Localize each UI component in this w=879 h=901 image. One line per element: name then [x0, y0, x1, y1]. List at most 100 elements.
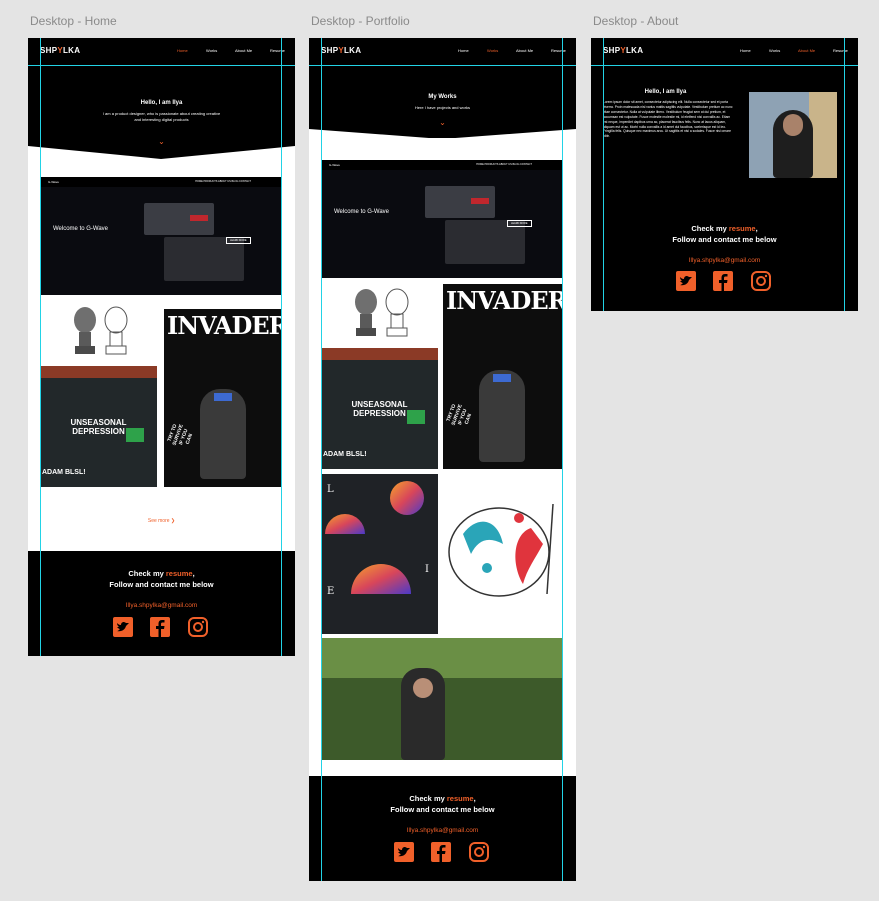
lie-letter-i: I	[425, 564, 429, 575]
portfolio-crowd-top	[321, 348, 438, 360]
portfolio-depression-title-2: DEPRESSION	[353, 409, 406, 418]
portfolio-depression-poster[interactable]: UNSEASONAL DEPRESSION ADAM BLSL!	[321, 348, 438, 469]
gwave-screenshot[interactable]: G-Wave HOME PRODUCTS ABOUT US BLOG CONTA…	[40, 177, 281, 295]
portfolio-invader-title: INVADER	[446, 286, 562, 315]
portfolio-adam-text: ADAM BLSL!	[323, 451, 367, 458]
lie-letter-e: E	[327, 586, 335, 597]
portfolio-gwave-learn-more-button[interactable]: LEARN MORE	[507, 220, 532, 227]
twitter-icon[interactable]	[113, 617, 133, 637]
depression-poster[interactable]: UNSEASONAL DEPRESSION ADAM BLSL!	[40, 366, 157, 487]
portfolio-gwave-screenshot[interactable]: G-Wave HOME PRODUCTS ABOUT US BLOG CONTA…	[321, 160, 562, 278]
about-footer-email[interactable]: Illya.shpylka@gmail.com	[591, 257, 858, 264]
frame-label-home[interactable]: Desktop - Home	[30, 14, 117, 28]
portfolio-footer-check: Check my resume,	[409, 794, 476, 803]
portfolio-gwave-logo: G-Wave	[329, 163, 340, 167]
portfolio-footer-email[interactable]: Illya.shpylka@gmail.com	[309, 827, 576, 834]
about-photo-building	[809, 92, 837, 178]
adam-text: ADAM BLSL!	[42, 469, 86, 476]
portfolio-statue-artwork[interactable]	[339, 284, 419, 344]
portfolio-nav-home[interactable]: Home	[458, 48, 469, 53]
portfolio-gwave-title: Welcome to G-Wave	[334, 209, 390, 215]
portfolio-invader-headband	[493, 374, 511, 382]
about-resume-link[interactable]: resume	[729, 224, 756, 233]
home-nav-works[interactable]: Works	[206, 48, 217, 53]
portfolio-resume-link[interactable]: resume	[447, 794, 474, 803]
portfolio-gwave-navbar: G-Wave HOME PRODUCTS ABOUT US BLOG CONTA…	[321, 160, 562, 170]
facebook-icon[interactable]	[431, 842, 451, 862]
portfolio-logo[interactable]: SHPYLKA	[321, 46, 361, 55]
about-artboard[interactable]: SHPYLKA Home Works About Me Resume Hello…	[591, 38, 858, 311]
about-nav-works[interactable]: Works	[769, 48, 780, 53]
portfolio-nav-about[interactable]: About Me	[516, 48, 533, 53]
home-guide-right	[281, 38, 282, 656]
invader-headband	[214, 393, 232, 401]
instagram-icon[interactable]	[469, 842, 489, 862]
twitter-icon[interactable]	[394, 842, 414, 862]
portfolio-invader-poster[interactable]: INVADER TRY TO SURVIVE IF YOU CAN	[443, 284, 562, 469]
forest-canopy	[321, 638, 562, 678]
facebook-icon[interactable]	[150, 617, 170, 637]
portfolio-navbar: SHPYLKA Home Works About Me Resume	[309, 38, 576, 65]
about-title: Hello, I am Ilya	[644, 89, 687, 95]
home-guide-left	[40, 38, 41, 656]
facebook-icon[interactable]	[713, 271, 733, 291]
home-artboard[interactable]: SHPYLKA Home Works About Me Resume Hello…	[28, 38, 295, 656]
portfolio-artboard[interactable]: SHPYLKA Home Works About Me Resume My Wo…	[309, 38, 576, 881]
fish-drum-artwork[interactable]	[443, 474, 562, 634]
twitter-icon[interactable]	[676, 271, 696, 291]
invader-poster[interactable]: INVADER TRY TO SURVIVE IF YOU CAN	[164, 309, 281, 487]
about-portrait-photo	[749, 92, 837, 178]
about-nav-about[interactable]: About Me	[798, 48, 815, 53]
portfolio-controller-buttons	[471, 198, 489, 204]
portfolio-footer-follow: Follow and contact me below	[390, 805, 495, 814]
about-footer-check: Check my resume,	[691, 224, 758, 233]
home-footer-follow: Follow and contact me below	[109, 580, 214, 589]
portfolio-hero-title: My Works	[428, 94, 457, 100]
gwave-learn-more-button[interactable]: LEARN MORE	[226, 237, 251, 244]
instagram-icon[interactable]	[188, 617, 208, 637]
home-footer-email[interactable]: Illya.shpylka@gmail.com	[28, 602, 295, 609]
portfolio-guide-top	[309, 65, 576, 66]
depression-title-2: DEPRESSION	[72, 427, 125, 436]
about-navbar: SHPYLKA Home Works About Me Resume	[591, 38, 858, 65]
home-hero-subtitle-2: and interesting digital products	[134, 117, 189, 122]
portfolio-invader-portrait	[479, 370, 525, 462]
home-resume-link[interactable]: resume	[166, 569, 193, 578]
frame-label-portfolio[interactable]: Desktop - Portfolio	[311, 14, 410, 28]
about-guide-top	[591, 65, 858, 66]
gwave-logo: G-Wave	[48, 180, 59, 184]
forest-photo[interactable]	[321, 638, 562, 760]
about-guide-right	[844, 38, 845, 311]
frame-label-about[interactable]: Desktop - About	[593, 14, 678, 28]
home-footer-check: Check my resume,	[128, 569, 195, 578]
instagram-icon[interactable]	[751, 271, 771, 291]
about-nav-resume[interactable]: Resume	[833, 48, 848, 53]
home-navbar: SHPYLKA Home Works About Me Resume	[28, 38, 295, 65]
see-more-link[interactable]: See more ❯	[28, 518, 295, 524]
lie-poster[interactable]: L I E	[321, 474, 438, 634]
about-nav-home[interactable]: Home	[740, 48, 751, 53]
portfolio-nav-works[interactable]: Works	[487, 48, 498, 53]
portfolio-hero-subtitle: Here I have projects and works	[414, 105, 471, 110]
home-nav-about[interactable]: About Me	[235, 48, 252, 53]
about-body: Lorem ipsum dolor sit amet, consectetur …	[603, 100, 733, 139]
crowd-top	[40, 366, 157, 378]
home-nav-resume[interactable]: Resume	[270, 48, 285, 53]
home-logo[interactable]: SHPYLKA	[40, 46, 80, 55]
home-nav-home[interactable]: Home	[177, 48, 188, 53]
portfolio-depression-title-1: UNSEASONAL	[351, 400, 408, 409]
portfolio-nav-resume[interactable]: Resume	[551, 48, 566, 53]
about-photo-face	[783, 114, 803, 136]
lie-spheres-image	[325, 481, 424, 594]
portfolio-statue-heads-image	[355, 288, 409, 337]
gwave-title: Welcome to G-Wave	[53, 226, 109, 232]
controller-buttons	[190, 215, 208, 221]
invader-title: INVADER	[167, 311, 281, 340]
about-guide-left	[603, 38, 604, 311]
lie-letter-l: L	[327, 484, 334, 495]
gwave-navbar: G-Wave HOME PRODUCTS ABOUT US BLOG CONTA…	[40, 177, 281, 187]
gwave-nav: HOME PRODUCTS ABOUT US BLOG CONTACT	[195, 180, 251, 183]
statue-artwork[interactable]	[58, 302, 138, 362]
invader-portrait	[200, 389, 246, 479]
about-logo[interactable]: SHPYLKA	[603, 46, 643, 55]
